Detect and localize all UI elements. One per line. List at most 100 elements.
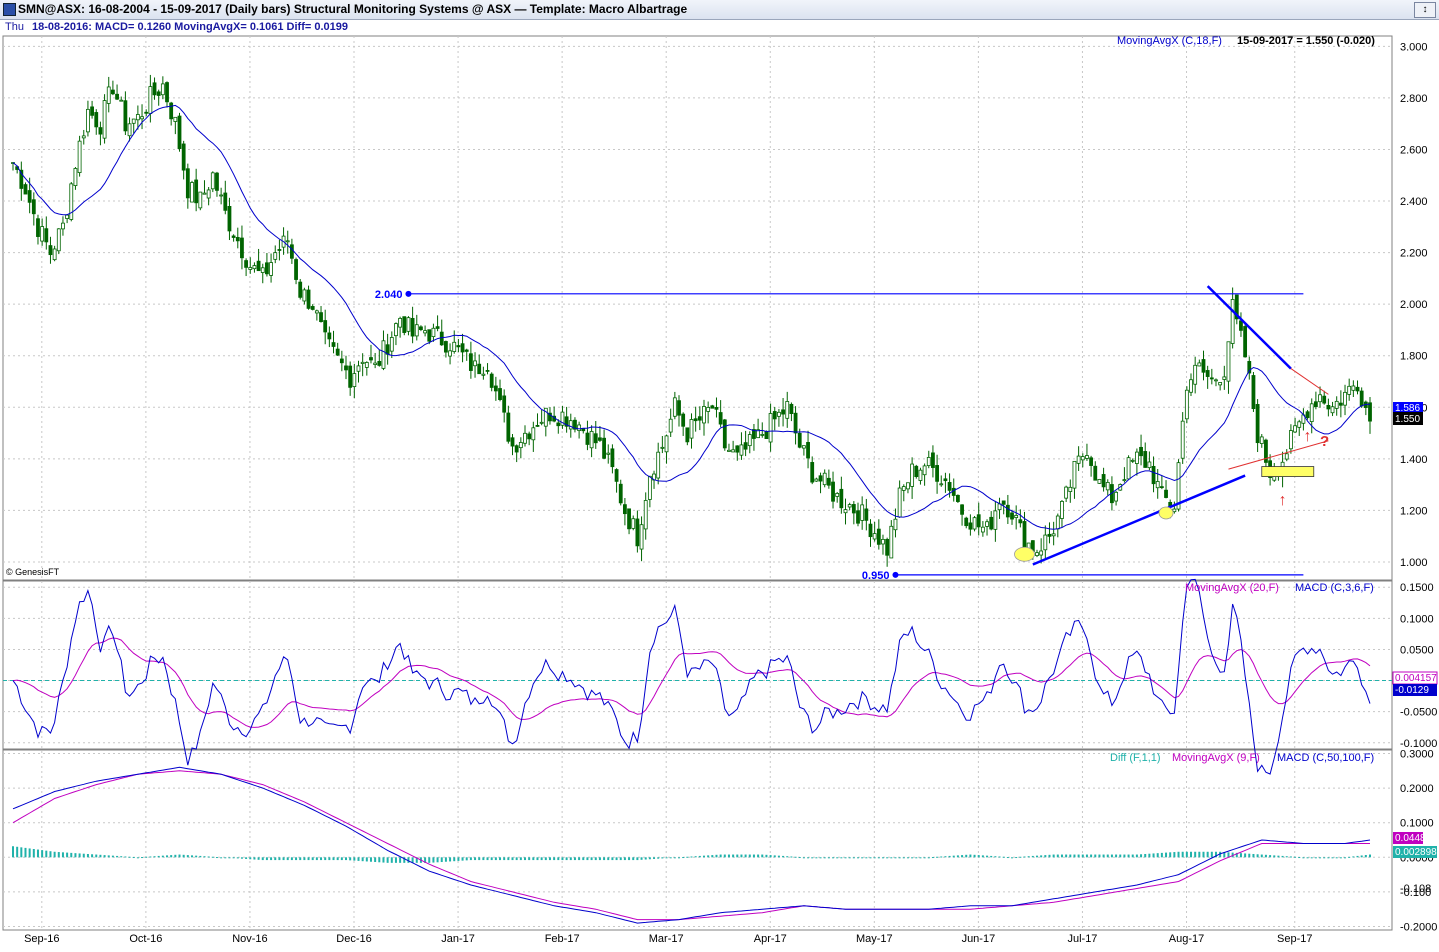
candle-body xyxy=(1214,379,1218,382)
diff-bar xyxy=(1015,857,1018,859)
candle-body xyxy=(27,190,32,203)
diff-bar xyxy=(270,857,273,861)
diff-bar xyxy=(1094,854,1097,858)
diff-bar xyxy=(1348,856,1351,858)
candle-body xyxy=(1097,479,1102,484)
candle-body xyxy=(1243,326,1248,358)
diff-bar xyxy=(66,852,69,858)
diff-bar xyxy=(540,857,543,861)
diff-bar xyxy=(1135,854,1138,858)
diff-bar xyxy=(1006,857,1009,859)
candle-body xyxy=(514,445,519,453)
diff-bar xyxy=(569,857,572,861)
diff-bar xyxy=(503,857,506,861)
diff-bar xyxy=(1369,854,1371,858)
x-tick-label: Apr-17 xyxy=(754,933,787,945)
diff-bar xyxy=(528,857,531,861)
diff-bar xyxy=(28,848,31,858)
diff-bar xyxy=(773,855,776,858)
candle-body xyxy=(539,421,544,424)
candle-body xyxy=(485,370,490,372)
x-tick-label: Dec-16 xyxy=(336,933,371,945)
candle-body xyxy=(1343,391,1347,406)
candle-body xyxy=(822,472,827,486)
candle-body xyxy=(1347,385,1352,395)
candle-body xyxy=(885,538,890,556)
candle-body xyxy=(310,306,315,310)
diff-bar xyxy=(715,854,718,858)
diff-bar xyxy=(1319,857,1322,859)
diff-bar xyxy=(1106,854,1109,858)
diff-bar xyxy=(1260,854,1263,858)
diff-bar xyxy=(690,856,693,858)
candle-body xyxy=(40,226,45,242)
diff-bar xyxy=(1306,857,1309,859)
candle-body xyxy=(1326,404,1331,410)
candle-body xyxy=(389,337,394,352)
candle-body xyxy=(818,475,823,482)
candle-body xyxy=(598,437,602,441)
diff-bar xyxy=(761,854,764,858)
diff-bar xyxy=(973,854,976,858)
candle-body xyxy=(115,93,119,100)
diff-bar xyxy=(873,857,876,859)
restore-icon[interactable]: ↕ xyxy=(1414,2,1436,18)
diff-bar xyxy=(536,857,539,861)
diff-bar xyxy=(886,857,889,859)
candle-body xyxy=(439,331,444,346)
candle-body xyxy=(373,362,378,365)
candle-body xyxy=(972,517,977,530)
diff-bar xyxy=(844,857,847,859)
question-annotation: ? xyxy=(1320,433,1329,450)
diff-bar xyxy=(1077,854,1080,858)
candle-body xyxy=(677,400,681,416)
candle-body xyxy=(1114,491,1118,502)
candle-body xyxy=(423,330,427,334)
diff-bar xyxy=(186,855,189,858)
diff-bar xyxy=(32,849,35,858)
diff-bar xyxy=(1011,857,1014,859)
candle-body xyxy=(1122,479,1127,482)
diff-bar xyxy=(515,857,518,861)
macd-fast-tag-signal-value: 0.004157 xyxy=(1395,673,1437,684)
diff-bar xyxy=(586,857,589,861)
candle-body xyxy=(1105,482,1110,491)
price-tick-label: 1.400 xyxy=(1400,454,1428,466)
candle-body xyxy=(402,316,407,333)
candle-body xyxy=(1330,406,1335,414)
diff-bar xyxy=(836,857,839,859)
diff-bar xyxy=(320,857,323,861)
candle-body xyxy=(577,424,582,431)
candle-body xyxy=(356,365,361,372)
diff-bar xyxy=(573,857,576,861)
diff-bar xyxy=(182,854,185,858)
diff-bar xyxy=(74,853,77,858)
diff-bar xyxy=(1302,857,1305,859)
diff-bar xyxy=(1027,856,1030,858)
diff-bar xyxy=(486,857,489,861)
candle-body xyxy=(976,514,981,528)
diff-bar xyxy=(582,857,585,861)
diff-bar xyxy=(865,857,868,859)
candle-body xyxy=(1151,465,1156,485)
price-tick-label: 1.800 xyxy=(1400,351,1428,363)
candle-body xyxy=(801,445,806,449)
x-tick-label: Nov-16 xyxy=(232,933,267,945)
candle-body xyxy=(993,510,998,530)
candle-body xyxy=(102,100,107,139)
diff-bar xyxy=(623,857,626,861)
title-bar[interactable]: SMN@ASX: 16-08-2004 - 15-09-2017 (Daily … xyxy=(0,0,1439,20)
chart-area[interactable]: 2.040 0.950 ↑ ↑ ? MovingAvgX (C,18,F) 15-09-20… xyxy=(0,34,1439,952)
diff-bar xyxy=(490,857,493,861)
diff-bar xyxy=(644,857,647,860)
diff-bar xyxy=(20,847,23,858)
diff-bar xyxy=(195,855,198,858)
candle-body xyxy=(747,434,752,447)
level-marker xyxy=(892,571,899,578)
diff-bar xyxy=(981,855,984,858)
candle-body xyxy=(1184,389,1189,420)
diff-bar xyxy=(70,852,73,858)
diff-bar xyxy=(782,855,785,858)
candle-body xyxy=(206,189,211,199)
candle-body xyxy=(427,329,432,342)
